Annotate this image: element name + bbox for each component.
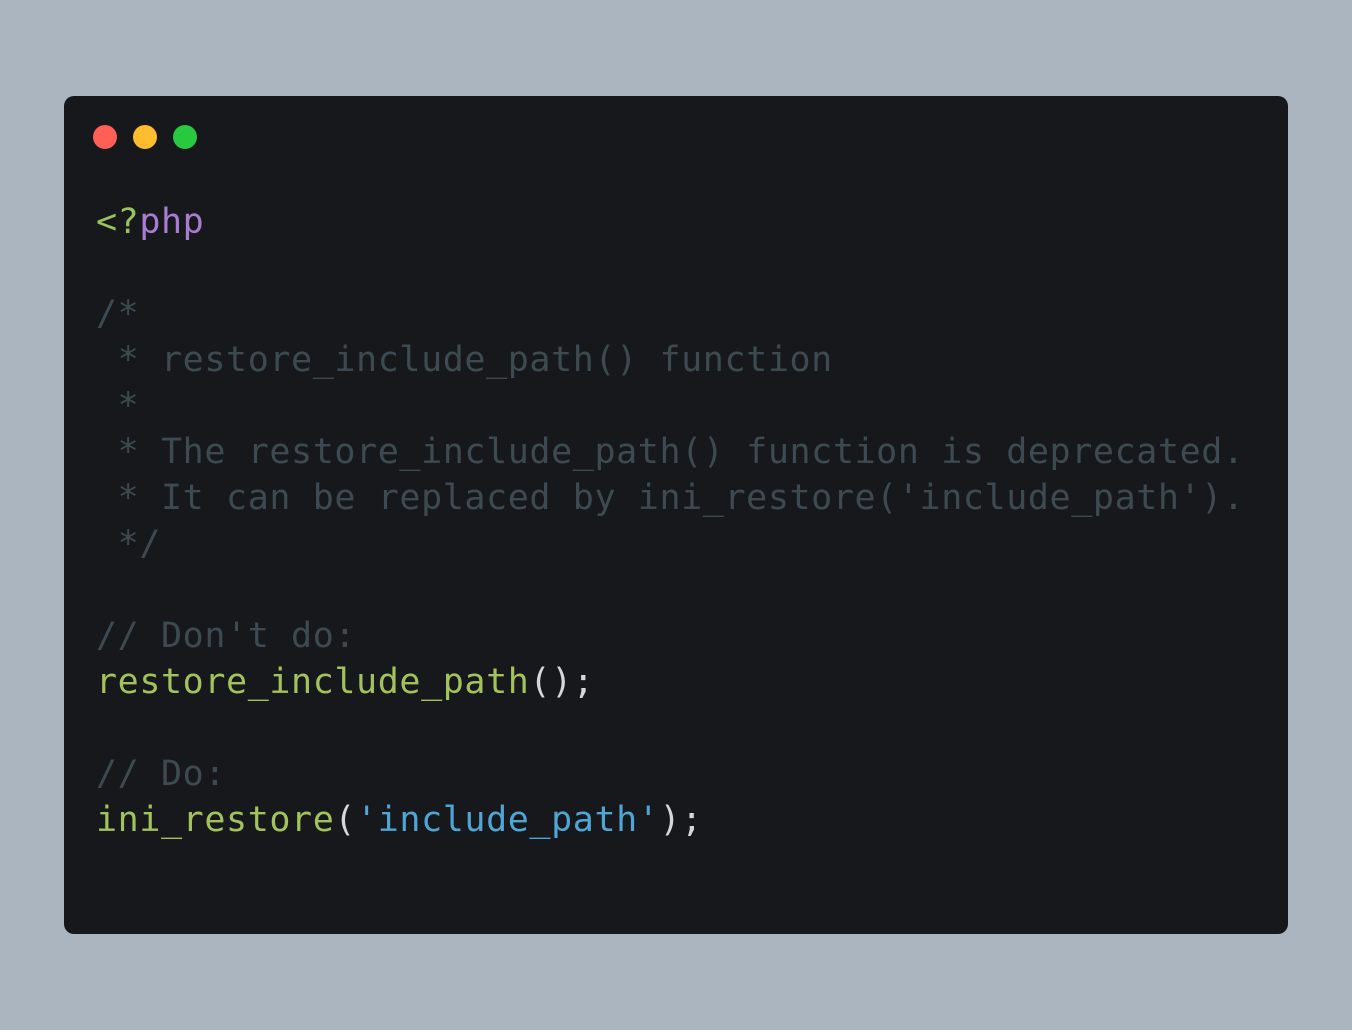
do-call-function-name: ini_restore: [96, 800, 335, 840]
close-window-icon[interactable]: [93, 125, 117, 149]
code-window: <?php /* * restore_include_path() functio…: [64, 96, 1288, 934]
code-block: <?php /* * restore_include_path() functio…: [96, 199, 1245, 843]
do-comment: // Do:: [96, 754, 227, 794]
php-open-tag: <?: [96, 202, 140, 242]
code-line-open-tag: <?php: [96, 199, 1245, 245]
block-comment-line: * The restore_include_path() function is…: [96, 432, 1245, 472]
block-comment-line: *: [96, 386, 140, 426]
do-call-string-argument: 'include_path': [356, 800, 660, 840]
block-comment-line: * restore_include_path() function: [96, 340, 833, 380]
do-call-close: );: [659, 800, 703, 840]
block-comment-line: */: [96, 524, 162, 564]
code-line-do-call: ini_restore('include_path');: [96, 797, 1245, 843]
maximize-window-icon[interactable]: [173, 125, 197, 149]
dont-call-arguments: ();: [529, 662, 595, 702]
php-keyword: php: [139, 202, 205, 242]
do-call-open-paren: (: [334, 800, 357, 840]
dont-do-comment: // Don't do:: [96, 616, 357, 656]
code-line-dont-call: restore_include_path();: [96, 659, 1245, 705]
minimize-window-icon[interactable]: [133, 125, 157, 149]
block-comment-line: * It can be replaced by ini_restore('inc…: [96, 478, 1245, 518]
block-comment-line: /*: [96, 294, 140, 334]
window-controls: [93, 125, 197, 151]
dont-call-function-name: restore_include_path: [96, 662, 530, 702]
